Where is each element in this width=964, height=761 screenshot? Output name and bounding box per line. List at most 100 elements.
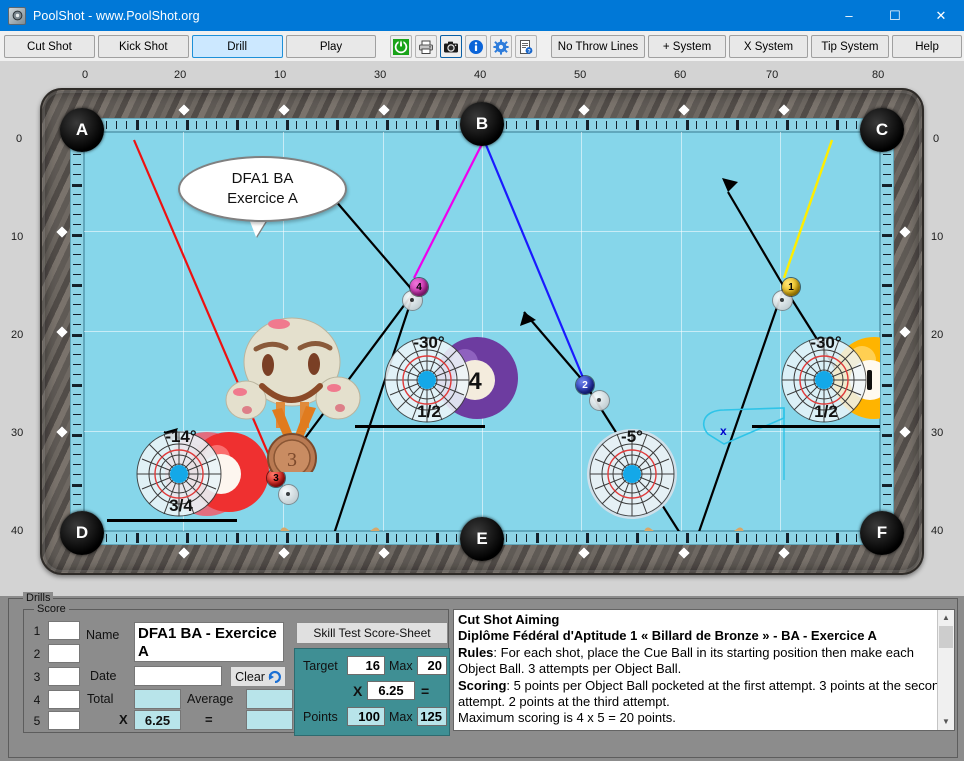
rail-tick (106, 534, 107, 542)
rail-tick (236, 533, 239, 543)
rail-tick (326, 534, 327, 542)
rail-tick (806, 121, 807, 129)
rail-tick (326, 121, 327, 129)
rail-tick (676, 534, 677, 542)
rail-tick (556, 534, 557, 542)
rail-tick (156, 121, 157, 129)
tab-drill[interactable]: Drill (191, 35, 283, 58)
maximize-button[interactable]: ☐ (872, 0, 918, 31)
rail-tick (646, 534, 647, 542)
info-icon[interactable] (465, 35, 488, 58)
rail-tick (266, 121, 267, 129)
multiplier-value[interactable]: 6.25 (134, 710, 181, 730)
diamond-top-3 (378, 104, 390, 116)
points-max-value[interactable]: 125 (417, 707, 447, 726)
speech-bubble-line2: Exercice A (227, 190, 298, 207)
skill-test-score-sheet-button[interactable]: Skill Test Score-Sheet (296, 622, 448, 644)
total-value[interactable] (134, 689, 181, 709)
rail-tick (856, 121, 857, 129)
total-label: Total (87, 692, 114, 706)
score-row-1-input[interactable] (48, 621, 80, 640)
scroll-up-button[interactable]: ▲ (938, 610, 954, 626)
rail-tick (883, 374, 891, 375)
rail-tick (506, 534, 507, 542)
rail-tick (336, 533, 339, 543)
rail-tick (883, 464, 891, 465)
target-value[interactable]: 16 (347, 656, 385, 675)
target-max-value[interactable]: 20 (417, 656, 447, 675)
average-value[interactable] (246, 689, 293, 709)
rail-tick (883, 354, 891, 355)
points-value[interactable]: 100 (347, 707, 385, 726)
rail-tick (226, 534, 227, 542)
score-row-5-input[interactable] (48, 711, 80, 730)
rail-tick (146, 534, 147, 542)
power-icon[interactable] (390, 35, 413, 58)
result-value[interactable] (246, 710, 293, 730)
date-input[interactable] (134, 666, 222, 686)
rail-tick (576, 534, 577, 542)
rail-tick (73, 394, 81, 395)
scroll-down-button[interactable]: ▼ (938, 714, 954, 730)
description-subtitle: Diplôme Fédéral d'Aptitude 1 « Billard d… (458, 628, 877, 644)
button-tip-system[interactable]: Tip System (810, 35, 890, 58)
skill-multiplier-value[interactable]: 6.25 (367, 681, 415, 700)
rail-tick (196, 121, 197, 129)
rail-tick (626, 534, 627, 542)
clear-button[interactable]: Clear (230, 666, 286, 687)
button-x-system[interactable]: X System (729, 35, 808, 58)
rail-tick (856, 534, 857, 542)
rail-tick (216, 121, 217, 129)
rail-tick (446, 121, 447, 129)
scroll-thumb[interactable] (939, 626, 953, 648)
rail-tick (116, 534, 117, 542)
score-row-2-input[interactable] (48, 644, 80, 663)
left-ruler-30: 30 (11, 427, 24, 439)
rail-tick (883, 454, 891, 455)
rail-tick (296, 534, 297, 542)
name-input[interactable]: DFA1 BA - Exercice A (134, 622, 284, 662)
score-row-4-input[interactable] (48, 690, 80, 709)
target-label: Target (303, 659, 338, 673)
description-scrollbar[interactable]: ▲ ▼ (937, 610, 954, 730)
gear-icon[interactable] (490, 35, 513, 58)
score-row-4-label: 4 (33, 693, 41, 707)
svg-text:?: ? (528, 49, 531, 55)
tab-cut-shot[interactable]: Cut Shot (4, 35, 95, 58)
help-document-icon[interactable]: ? (515, 35, 538, 58)
pool-table[interactable]: x 3 -14° 3/4 4 -30° 1/2 -5° -30° 1/2 4 2… (40, 88, 924, 575)
button-plus-system[interactable]: + System (647, 35, 727, 58)
button-no-throw-lines[interactable]: No Throw Lines (551, 35, 645, 58)
rail-tick (386, 120, 389, 130)
top-ruler-30: 30 (374, 69, 387, 81)
description-panel[interactable]: Cut Shot Aiming Diplôme Fédéral d'Aptitu… (453, 609, 955, 731)
button-help[interactable]: Help (892, 35, 962, 58)
camera-icon[interactable] (440, 35, 463, 58)
rail-tick (416, 534, 417, 542)
rail-tick (846, 534, 847, 542)
rail-tick (73, 454, 81, 455)
rail-tick (536, 533, 539, 543)
close-button[interactable]: ✕ (918, 0, 964, 31)
rail-tick (316, 534, 317, 542)
minimize-button[interactable]: – (826, 0, 872, 31)
window-title: PoolShot - www.PoolShot.org (33, 8, 200, 23)
rail-tick (316, 121, 317, 129)
multiply-symbol: X (119, 712, 128, 727)
rail-tick (883, 324, 891, 325)
rail-tick (882, 334, 892, 337)
rail-tick (72, 384, 82, 387)
score-row-3-input[interactable] (48, 667, 80, 686)
diamond-left-2 (56, 326, 68, 338)
rail-tick (116, 121, 117, 129)
rail-tick (386, 533, 389, 543)
rail-tick (566, 121, 567, 129)
rail-tick (72, 184, 82, 187)
rail-tick (836, 533, 839, 543)
tab-play[interactable]: Play (285, 35, 377, 58)
rail-tick (73, 344, 81, 345)
printer-icon[interactable] (415, 35, 438, 58)
speech-bubble-line1: DFA1 BA (231, 170, 294, 187)
rail-tick (826, 121, 827, 129)
tab-kick-shot[interactable]: Kick Shot (97, 35, 189, 58)
